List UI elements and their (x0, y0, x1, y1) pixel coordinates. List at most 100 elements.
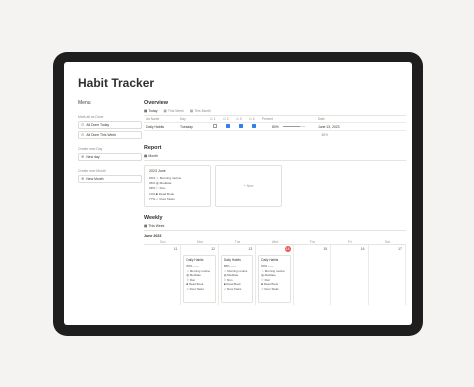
calendar-day[interactable]: 13 Daily Habits 80% —— ☼ Morning routine… (219, 245, 257, 305)
button-label: New Month (86, 177, 104, 181)
weekday-label: Thu (309, 240, 316, 244)
habit-checkbox[interactable] (226, 124, 230, 128)
day-number: 16 (360, 247, 365, 251)
tab-label: Today (148, 109, 158, 113)
row-date: June 13, 2023 (318, 124, 340, 129)
day-card-title: Daily Habits (186, 258, 204, 262)
calendar-grid: 11 12 Daily Habits 80% —— ☼ Morning rout… (144, 244, 406, 305)
day-card-line: ✓ Root Tasks (223, 286, 242, 291)
new-month-button[interactable]: ⊕ New Month (78, 175, 142, 183)
table-icon: ▦ (189, 109, 194, 113)
day-number: 13 (248, 247, 253, 251)
calendar-weekdays: Sun Mon Tue Wed Thu Fri Sat (144, 240, 406, 244)
weekday-label: Tue (234, 240, 241, 244)
table-header: Aa Name Day ☑ 1 ☑ 2 ☑ 3 ☑ 4 Percent Date (144, 116, 406, 123)
calendar-day[interactable]: 12 Daily Habits 80% —— ☼ Morning routine… (181, 245, 219, 305)
habit-checkbox[interactable] (239, 124, 243, 128)
table-row[interactable]: Daily Habits Tuesday 80% June 13, 2023 (144, 123, 406, 131)
overview-title: Overview (144, 100, 168, 106)
column-header-check[interactable]: ☑ 4 (247, 117, 260, 121)
column-header-name[interactable]: Aa Name (144, 117, 178, 121)
weekday-label: Wed (271, 240, 279, 244)
percent-summary: 80% (321, 133, 328, 137)
calendar-day[interactable]: 15 (294, 245, 332, 305)
calendar-day[interactable]: 16 (331, 245, 369, 305)
table-icon: ▦ (163, 109, 167, 113)
menu-caption: Mark all as Done (78, 115, 104, 119)
table-icon: ▦ (144, 154, 148, 158)
calendar-day[interactable]: 14 Daily Habits 80% —— ☼ Morning routine… (256, 245, 294, 305)
column-header-percent[interactable]: Percent (260, 117, 316, 121)
day-card-line: ✓ Root Tasks (186, 286, 204, 291)
card-line: 77% ✓ Root Tasks (149, 196, 175, 201)
day-number: 12 (211, 247, 215, 251)
app-screen: Habit Tracker Menu Mark all as Done ⊙ Al… (64, 62, 412, 325)
day-number: 11 (173, 247, 178, 251)
tab-month[interactable]: ▦ Month (144, 154, 158, 158)
day-card-line: ✓ Root Tasks (261, 286, 279, 291)
column-header-day[interactable]: Day (178, 117, 208, 121)
tab-label: This Week (167, 109, 184, 113)
button-label: New day (86, 155, 100, 159)
button-label: All Done This Week (86, 133, 117, 137)
button-label: All Done Today (86, 123, 110, 127)
calendar-day[interactable]: 11 (144, 245, 182, 305)
tab-label: This Month (194, 109, 211, 113)
tab-label: This Week (148, 224, 165, 228)
weekday-label: Sun (159, 240, 166, 244)
menu-group-mark-done: Mark all as Done ⊙ All Done Today ⊙ All … (78, 115, 142, 139)
tab-today[interactable]: ▦ Today (144, 109, 157, 113)
plus-icon: ⊕ (81, 176, 85, 181)
plus-icon: ⊕ (81, 154, 85, 159)
calendar-month: June 2023 (144, 234, 162, 238)
today-marker: 14 (284, 246, 291, 252)
new-day-button[interactable]: ⊕ New day (78, 153, 142, 161)
day-card-title: Daily Habits (261, 258, 279, 262)
report-section: Report ▦ Month 2023 June 83% ☼ Morning ro… (144, 145, 406, 207)
weekly-tabs: ▦ This Week (144, 224, 406, 231)
weekly-title: Weekly (144, 215, 163, 221)
month-card[interactable]: 2023 June 83% ☼ Morning routine 96% ◍ Me… (144, 165, 211, 207)
overview-section: Overview ▦ Today ▦ This Week ▦ This Month A… (144, 100, 406, 137)
day-card[interactable]: Daily Habits 80% —— ☼ Morning routine ◍ … (183, 255, 216, 303)
row-percent: 80% (260, 125, 316, 129)
day-card[interactable]: Daily Habits 80% —— ☼ Morning routine ◍ … (258, 255, 291, 303)
check-icon: ⊙ (81, 122, 85, 127)
menu-caption: Create new Day (78, 147, 103, 151)
menu-caption: Create new Month (78, 169, 106, 173)
report-title: Report (144, 145, 162, 151)
habit-checkbox[interactable] (252, 124, 256, 128)
tab-this-week[interactable]: ▦ This Week (163, 109, 183, 113)
calendar-day[interactable]: 17 (369, 245, 406, 305)
progress-bar (282, 125, 305, 128)
tab-this-week[interactable]: ▦ This Week (144, 224, 164, 228)
new-card-button[interactable]: + New (215, 165, 282, 207)
weekday-label: Mon (197, 240, 204, 244)
column-header-check[interactable]: ☑ 1 (208, 117, 221, 121)
menu-heading: Menu (78, 100, 91, 106)
menu-group-new-month: Create new Month ⊕ New Month (78, 169, 142, 183)
weekly-section: Weekly ▦ This Week June 2023 Sun Mon Tue … (144, 215, 406, 305)
column-header-check[interactable]: ☑ 3 (234, 117, 247, 121)
row-name[interactable]: Daily Habits (144, 125, 178, 129)
weekday-label: Fri (347, 240, 352, 244)
table-icon: ▦ (144, 109, 148, 113)
tab-this-month[interactable]: ▦ This Month (190, 109, 211, 113)
calendar-icon: ▦ (144, 224, 148, 228)
menu-group-new-day: Create new Day ⊕ New day (78, 147, 142, 161)
check-icon: ⊙ (81, 132, 85, 137)
menu-panel: Menu Mark all as Done ⊙ All Done Today ⊙… (78, 100, 142, 191)
percent-label: 80% (272, 124, 279, 129)
column-header-check[interactable]: ☑ 2 (221, 117, 234, 121)
day-number: 15 (323, 247, 328, 251)
all-done-today-button[interactable]: ⊙ All Done Today (78, 121, 142, 129)
overview-tabs: ▦ Today ▦ This Week ▦ This Month (144, 109, 406, 116)
column-header-date[interactable]: Date (316, 117, 376, 121)
page-title: Habit Tracker (78, 76, 155, 90)
tab-label: Month (148, 154, 158, 158)
row-day: Tuesday (180, 124, 193, 129)
tablet-frame: Habit Tracker Menu Mark all as Done ⊙ Al… (53, 52, 423, 336)
day-card[interactable]: Daily Habits 80% —— ☼ Morning routine ◍ … (220, 255, 254, 303)
habit-checkbox[interactable] (213, 124, 217, 128)
all-done-this-week-button[interactable]: ⊙ All Done This Week (78, 131, 142, 139)
